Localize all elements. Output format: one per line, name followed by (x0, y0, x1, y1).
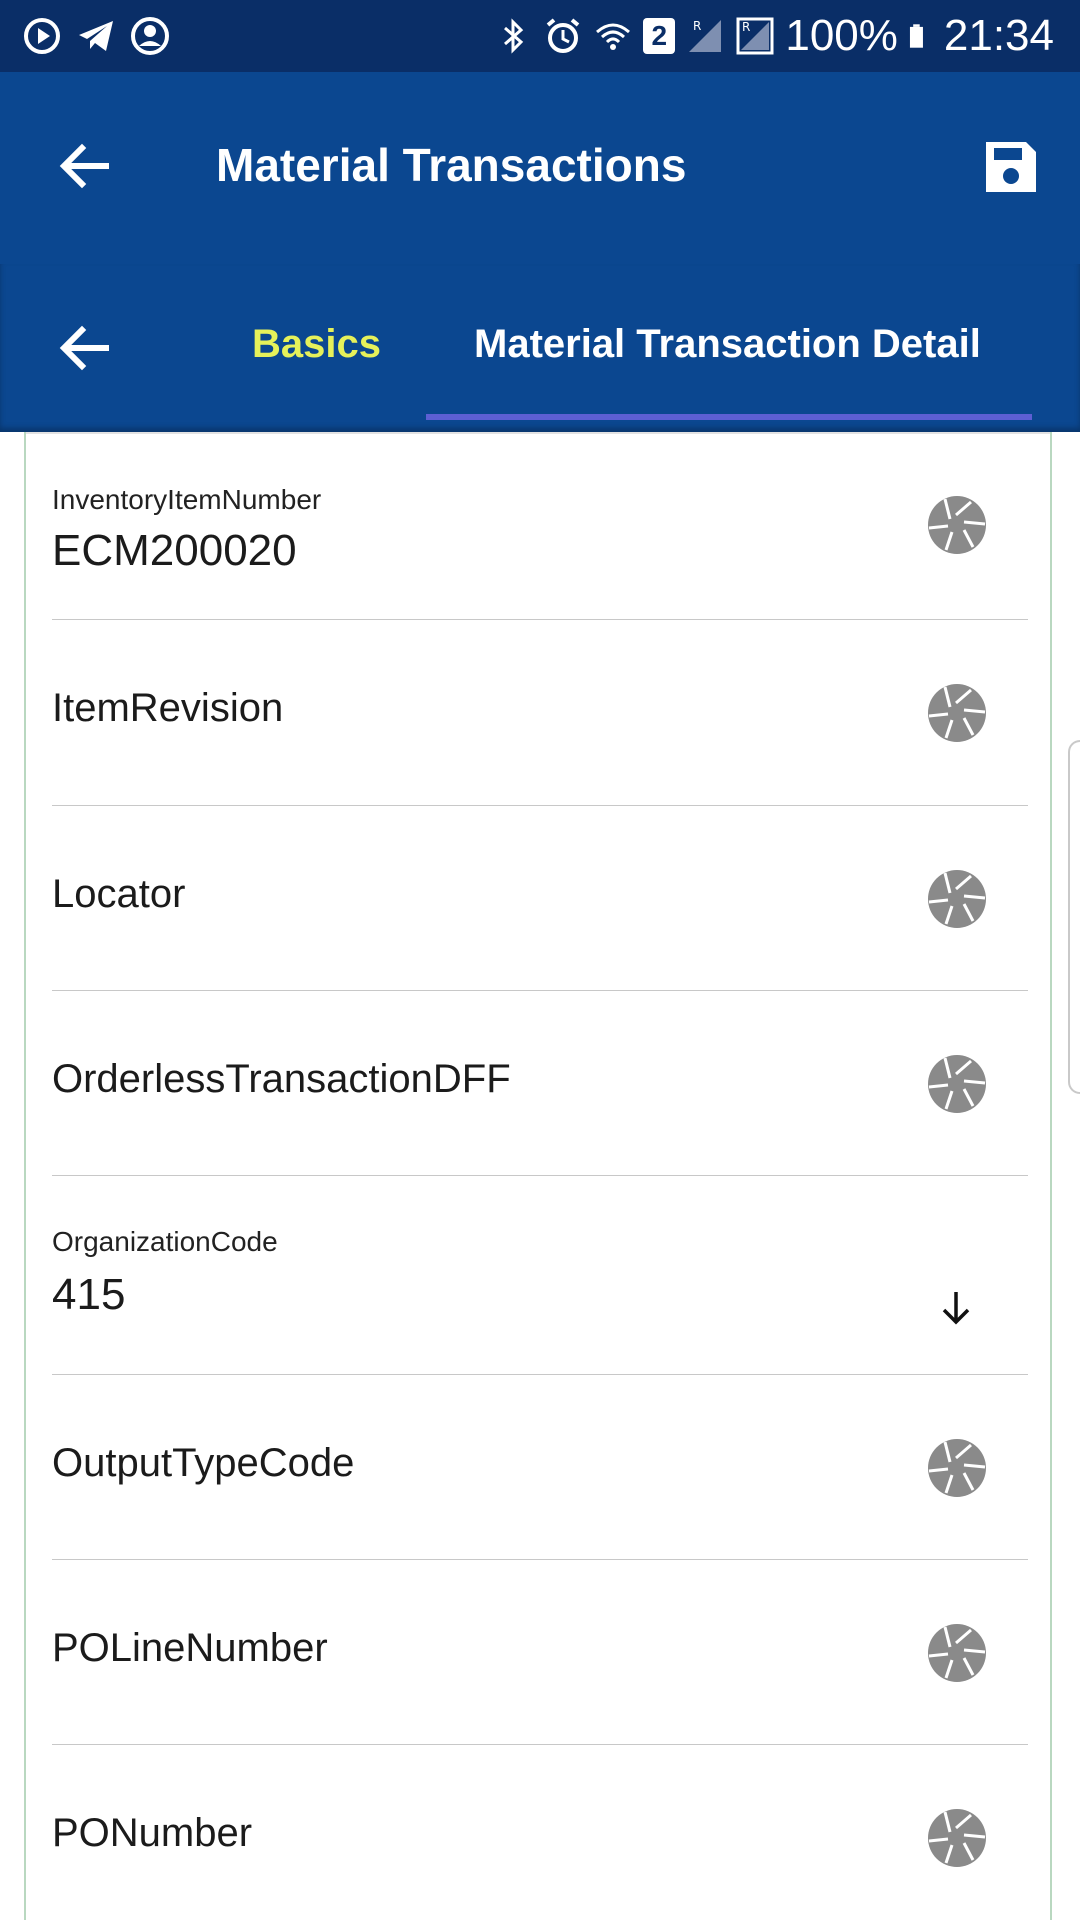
page-title: Material Transactions (216, 139, 687, 191)
form-panel: InventoryItemNumber ECM200020 ItemRevisi… (24, 432, 1052, 1920)
field-po-line-number[interactable]: POLineNumber (52, 1560, 1028, 1745)
field-value: 415 (52, 1270, 126, 1319)
field-label: POLineNumber (52, 1626, 328, 1670)
status-bar: 2 R R 100% 21:34 (0, 0, 1080, 72)
field-inventory-item-number[interactable]: InventoryItemNumber ECM200020 (52, 432, 1028, 620)
arrow-back-icon[interactable] (56, 138, 112, 194)
field-item-revision[interactable]: ItemRevision (52, 620, 1028, 806)
bluetooth-icon (504, 18, 524, 54)
arrow-back-icon[interactable] (56, 320, 112, 376)
save-icon[interactable] (982, 138, 1040, 196)
notification-badge: 2 (643, 18, 676, 54)
svg-text:R: R (742, 20, 750, 34)
field-locator[interactable]: Locator (52, 806, 1028, 991)
aperture-icon[interactable] (926, 1437, 988, 1499)
tab-bar: Basics Material Transaction Detail (0, 264, 1080, 432)
aperture-icon[interactable] (926, 682, 988, 744)
tab-material-transaction-detail[interactable]: Material Transaction Detail (474, 316, 981, 372)
aperture-icon[interactable] (926, 1053, 988, 1115)
field-label: InventoryItemNumber (52, 484, 322, 515)
status-left-icons (22, 16, 170, 56)
battery-icon (909, 24, 923, 48)
aperture-icon[interactable] (926, 1622, 988, 1684)
field-label: OrganizationCode (52, 1226, 278, 1257)
media-play-icon (24, 18, 60, 54)
field-label: OrderlessTransactionDFF (52, 1057, 511, 1101)
field-organization-code[interactable]: OrganizationCode 415 (52, 1176, 1028, 1375)
aperture-icon[interactable] (926, 1807, 988, 1869)
field-orderless-transaction-dff[interactable]: OrderlessTransactionDFF (52, 991, 1028, 1176)
field-label: Locator (52, 872, 186, 916)
aperture-icon[interactable] (926, 494, 988, 556)
alarm-icon (547, 18, 580, 53)
status-right-icons: 2 R R 100% 21:34 (493, 10, 1054, 62)
field-output-type-code[interactable]: OutputTypeCode (52, 1375, 1028, 1560)
clock: 21:34 (943, 11, 1054, 60)
wifi-icon (596, 23, 631, 50)
battery-percent: 100% (785, 11, 898, 60)
app-bar: Material Transactions (0, 72, 1080, 264)
arrow-down-icon[interactable] (936, 1288, 976, 1328)
tab-basics[interactable]: Basics (252, 316, 381, 372)
account-icon (131, 17, 169, 55)
field-value: ECM200020 (52, 526, 297, 575)
field-label: ItemRevision (52, 686, 284, 730)
roaming-signal-icon: R (736, 17, 774, 55)
active-tab-indicator (426, 414, 1032, 420)
aperture-icon[interactable] (926, 868, 988, 930)
telegram-icon (79, 21, 113, 51)
field-po-number[interactable]: PONumber (52, 1745, 1028, 1920)
signal-icon: R (689, 19, 722, 52)
field-label: PONumber (52, 1811, 253, 1855)
field-label: OutputTypeCode (52, 1441, 355, 1485)
svg-text:R: R (693, 19, 701, 33)
edge-panel-handle[interactable] (1068, 740, 1080, 1094)
